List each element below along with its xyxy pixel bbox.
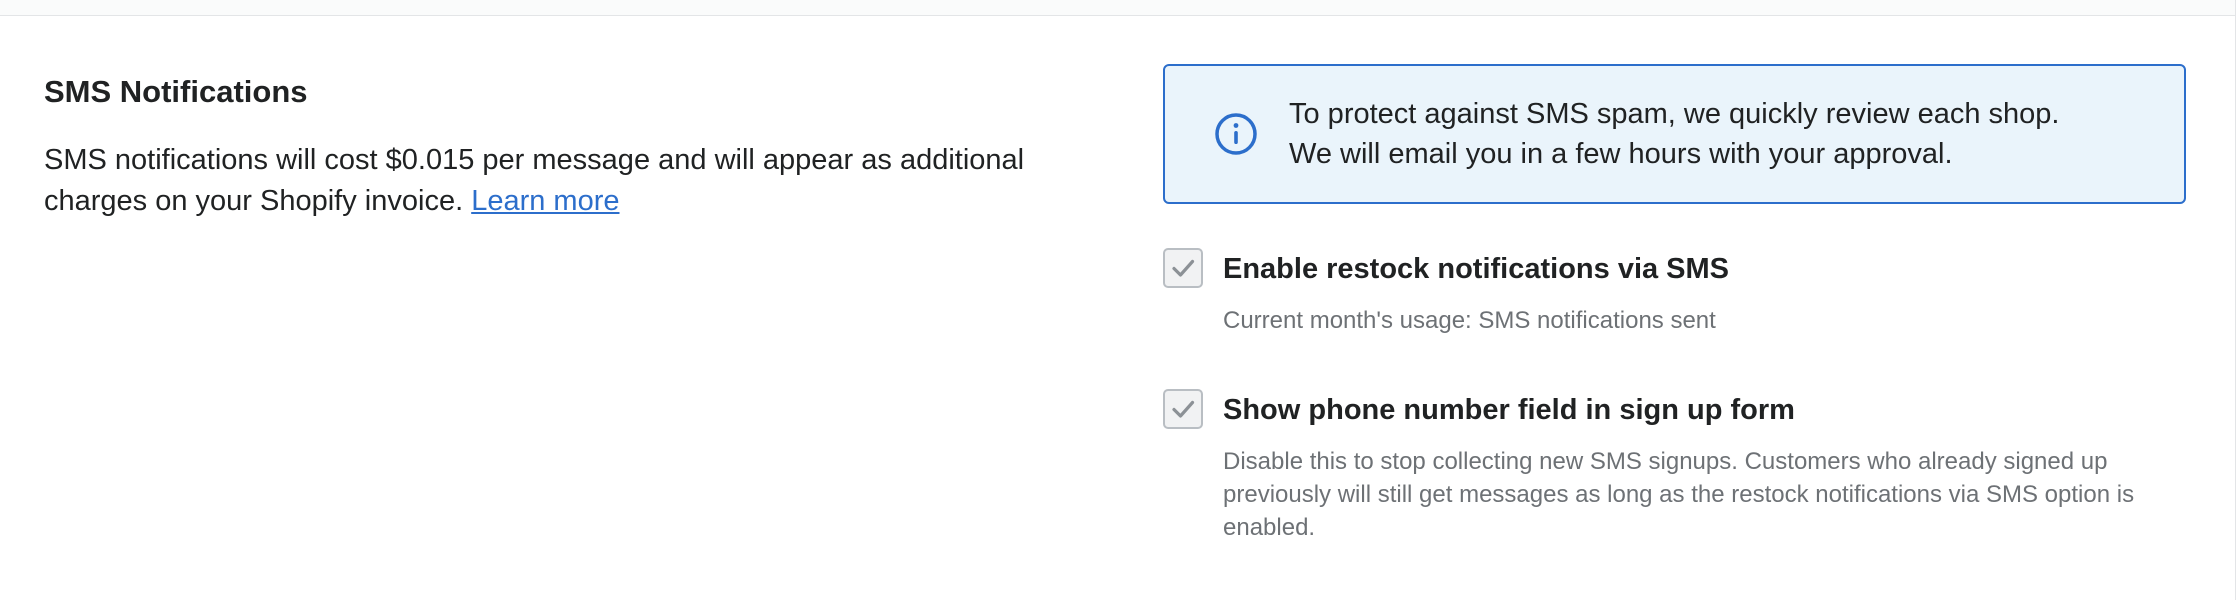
option-enable-restock-sms: Enable restock notifications via SMS Cur… bbox=[1163, 248, 2186, 337]
enable-restock-sms-help: Current month's usage: SMS notifications… bbox=[1223, 307, 1716, 334]
section-description: SMS notifications will cost $0.015 per m… bbox=[44, 140, 1094, 222]
sms-notifications-section: SMS Notifications SMS notifications will… bbox=[0, 16, 2236, 600]
show-phone-field-help: Disable this to stop collecting new SMS … bbox=[1223, 448, 2135, 541]
section-settings: To protect against SMS spam, we quickly … bbox=[1163, 64, 2186, 544]
info-banner: To protect against SMS spam, we quickly … bbox=[1163, 64, 2186, 204]
option-show-phone-field: Show phone number field in sign up form … bbox=[1163, 389, 2186, 544]
enable-restock-sms-checkbox[interactable] bbox=[1163, 248, 1203, 288]
info-banner-line-2: We will email you in a few hours with yo… bbox=[1289, 138, 1953, 170]
top-divider bbox=[0, 0, 2236, 16]
show-phone-field-label[interactable]: Show phone number field in sign up form bbox=[1223, 393, 2186, 427]
checkmark-icon bbox=[1172, 400, 1195, 418]
info-icon bbox=[1215, 113, 1257, 155]
enable-restock-sms-label[interactable]: Enable restock notifications via SMS bbox=[1223, 252, 2186, 286]
show-phone-field-checkbox[interactable] bbox=[1163, 389, 1203, 429]
learn-more-link[interactable]: Learn more bbox=[471, 185, 619, 217]
info-banner-text: To protect against SMS spam, we quickly … bbox=[1289, 94, 2059, 174]
section-annotation: SMS Notifications SMS notifications will… bbox=[44, 72, 1094, 222]
checkmark-icon bbox=[1172, 259, 1195, 277]
info-banner-line-1: To protect against SMS spam, we quickly … bbox=[1289, 98, 2060, 130]
section-title: SMS Notifications bbox=[44, 74, 308, 109]
